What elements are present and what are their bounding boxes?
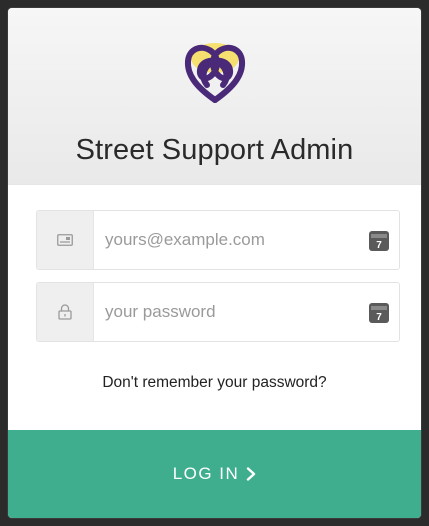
login-button[interactable]: LOG IN [8, 430, 421, 518]
email-icon-cell [37, 211, 94, 269]
password-manager-icon[interactable]: 7 [369, 231, 389, 251]
dialog-header: Street Support Admin [8, 8, 421, 185]
login-button-label: LOG IN [172, 464, 240, 483]
lock-icon [58, 304, 72, 320]
svg-text:7: 7 [376, 312, 382, 323]
password-icon-cell [37, 283, 94, 341]
app-title: Street Support Admin [75, 134, 354, 166]
login-dialog: Street Support Admin 7 [8, 8, 421, 518]
email-field-wrapper: 7 [36, 210, 400, 270]
heart-knot-logo [184, 43, 245, 103]
email-input[interactable] [103, 211, 365, 269]
forgot-password-link[interactable]: Don't remember your password? [8, 374, 421, 392]
password-manager-icon[interactable]: 7 [369, 303, 389, 323]
id-card-icon [57, 234, 73, 246]
svg-text:7: 7 [376, 240, 382, 251]
password-field-wrapper: 7 [36, 282, 400, 342]
chevron-right-icon [247, 467, 256, 481]
password-input[interactable] [103, 283, 365, 341]
